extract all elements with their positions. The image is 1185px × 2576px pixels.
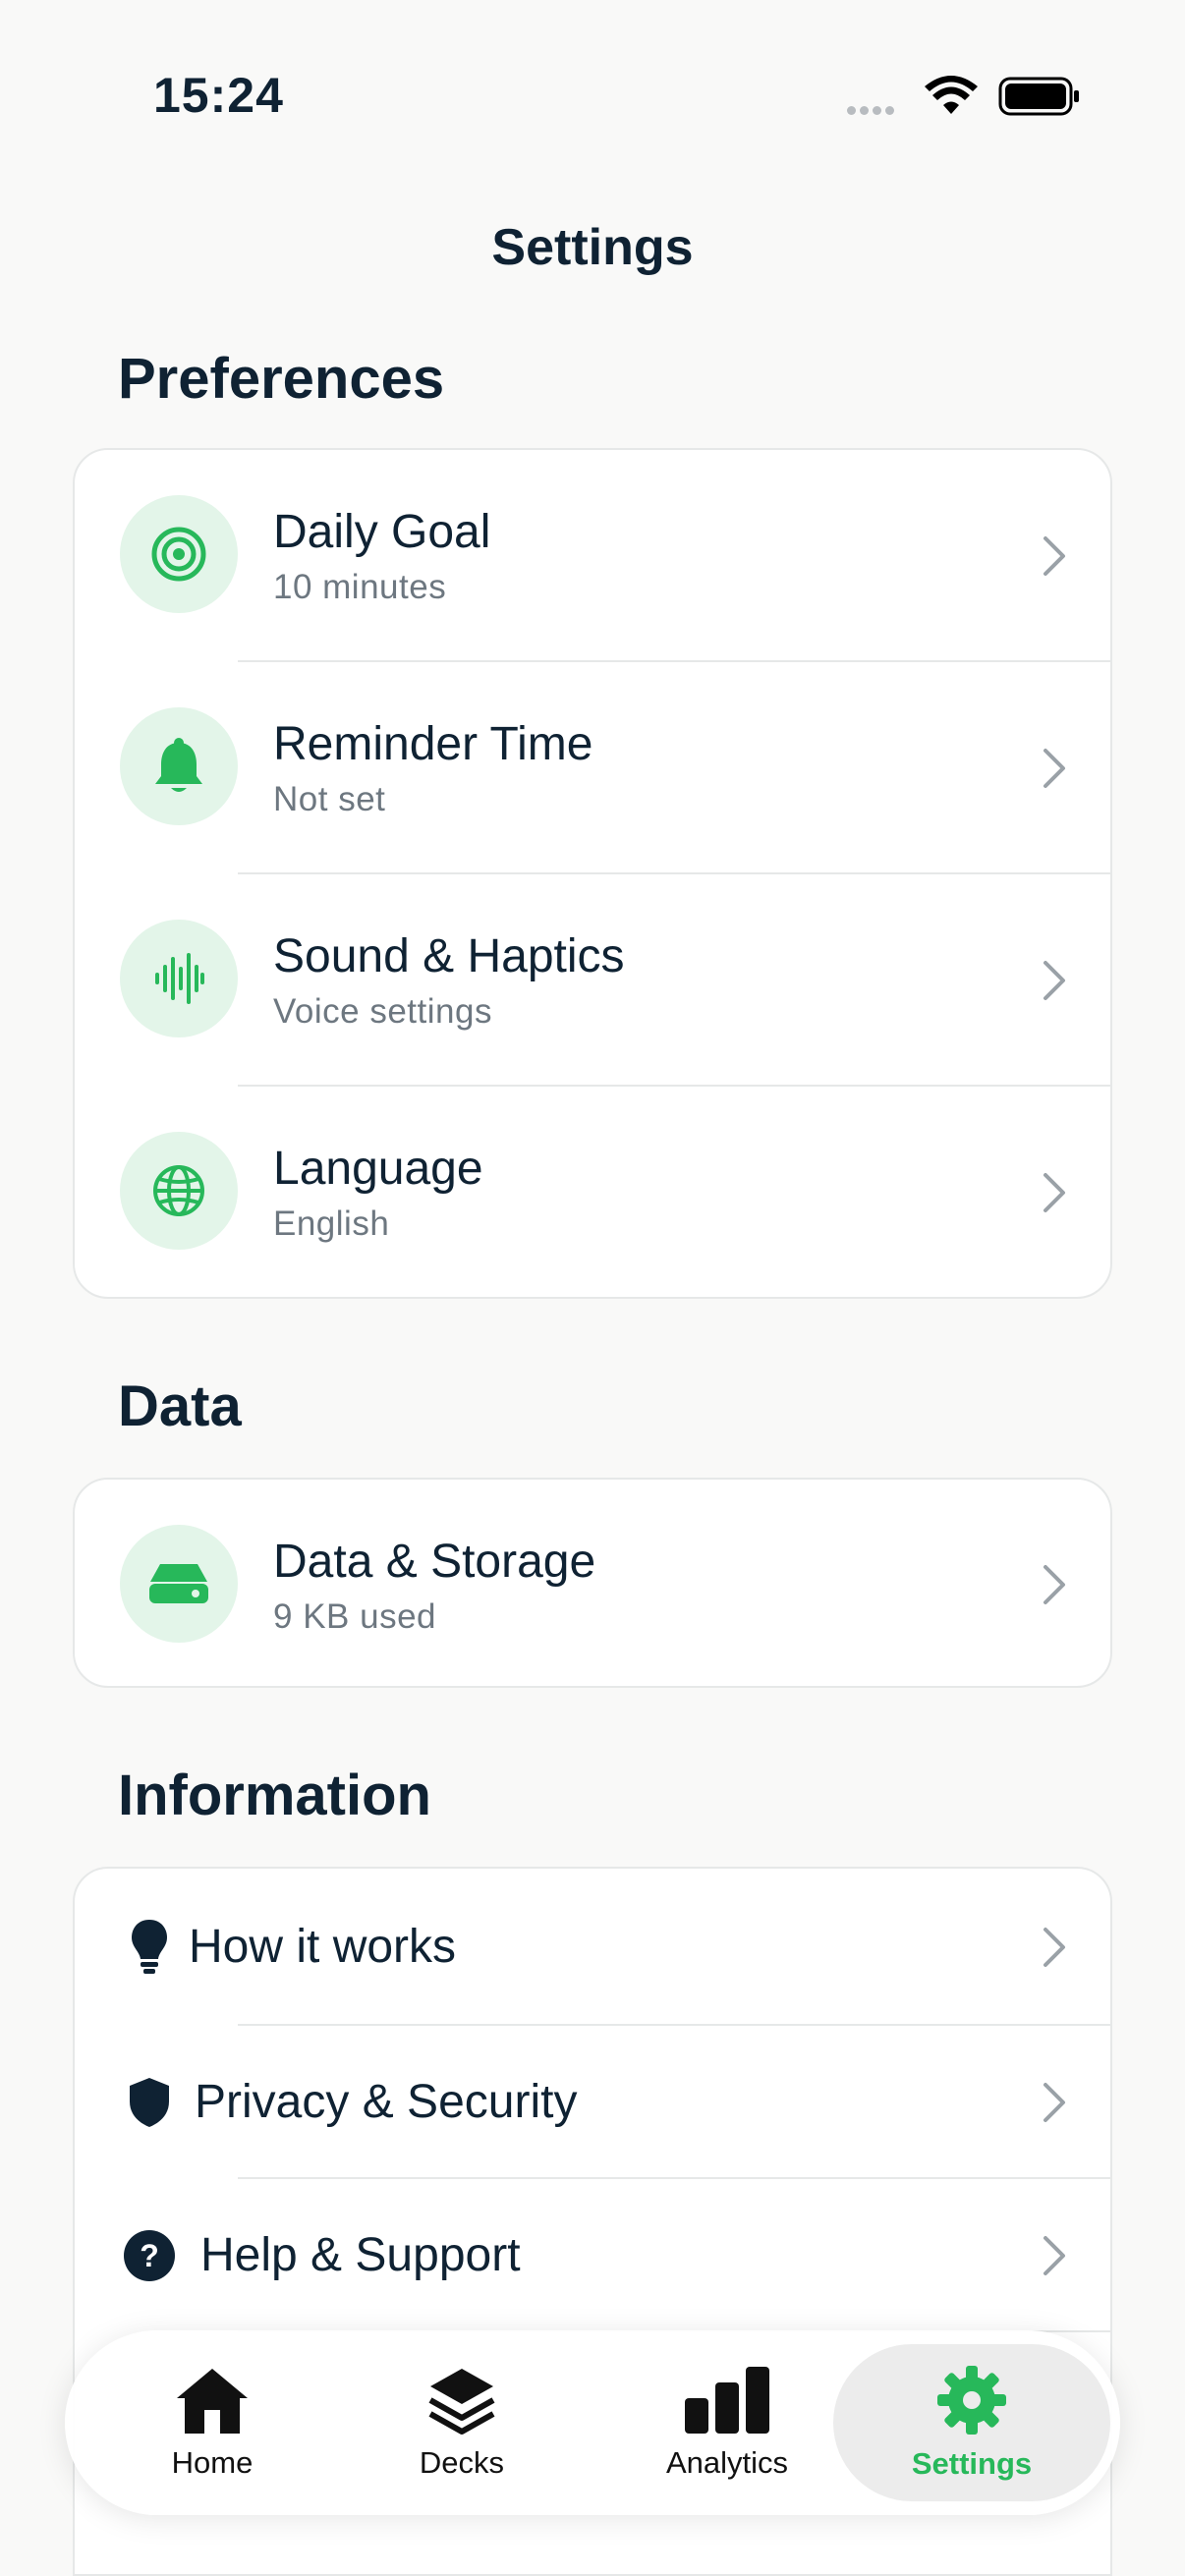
- row-title: Language: [273, 1143, 483, 1195]
- row-title: Reminder Time: [273, 718, 593, 770]
- row-subtitle: 9 KB used: [273, 1597, 436, 1636]
- chevron-right-icon: [1044, 2236, 1065, 2275]
- storage-drive-icon: [120, 1525, 238, 1643]
- row-title: Daily Goal: [273, 506, 491, 558]
- row-title: Privacy & Security: [195, 2076, 578, 2128]
- gear-icon: [937, 2366, 1006, 2435]
- tab-label: Decks: [419, 2445, 505, 2480]
- row-subtitle: 10 minutes: [273, 568, 447, 606]
- tab-settings[interactable]: Settings: [833, 2344, 1110, 2501]
- house-icon: [177, 2369, 248, 2434]
- bar-chart-icon: [685, 2367, 769, 2434]
- info-row-help-support[interactable]: ? Help & Support: [75, 2179, 1110, 2332]
- tab-label: Home: [171, 2445, 254, 2480]
- preference-row-language[interactable]: Language English: [75, 1087, 1110, 1297]
- chevron-right-icon: [1044, 1173, 1065, 1212]
- globe-icon: [120, 1132, 238, 1250]
- chevron-right-icon: [1044, 2083, 1065, 2122]
- target-icon: [120, 495, 238, 613]
- stack-icon: [428, 2369, 495, 2435]
- cellular-signal-icon: [847, 102, 898, 120]
- row-subtitle: English: [273, 1204, 390, 1243]
- bell-icon: [120, 707, 238, 825]
- tab-label: Settings: [911, 2446, 1033, 2481]
- preference-row-sound-haptics[interactable]: Sound & Haptics Voice settings: [75, 874, 1110, 1087]
- tab-decks[interactable]: Decks: [373, 2330, 550, 2515]
- tab-bar: Home Decks Analytics Settings: [65, 2330, 1120, 2515]
- data-row-storage[interactable]: Data & Storage 9 KB used: [75, 1480, 1110, 1686]
- section-title-data: Data: [118, 1374, 242, 1438]
- chevron-right-icon: [1044, 749, 1065, 788]
- status-time: 15:24: [153, 68, 284, 123]
- waveform-icon: [120, 920, 238, 1037]
- chevron-right-icon: [1044, 536, 1065, 576]
- wifi-icon: [925, 76, 978, 114]
- row-title: Sound & Haptics: [273, 930, 625, 982]
- tab-home[interactable]: Home: [124, 2330, 301, 2515]
- question-circle-icon: ?: [120, 2226, 179, 2285]
- preference-row-daily-goal[interactable]: Daily Goal 10 minutes: [75, 450, 1110, 662]
- chevron-right-icon: [1044, 1565, 1065, 1604]
- page-title: Settings: [491, 219, 694, 276]
- section-title-preferences: Preferences: [118, 347, 445, 411]
- lightbulb-icon: [120, 1918, 179, 1977]
- row-title: Help & Support: [200, 2229, 521, 2281]
- row-title: How it works: [189, 1921, 457, 1973]
- info-row-privacy-security[interactable]: Privacy & Security: [75, 2026, 1110, 2179]
- row-subtitle: Not set: [273, 780, 386, 818]
- status-bar: 15:24: [0, 0, 1185, 196]
- preference-row-reminder-time[interactable]: Reminder Time Not set: [75, 662, 1110, 874]
- data-card: Data & Storage 9 KB used: [73, 1478, 1112, 1688]
- chevron-right-icon: [1044, 961, 1065, 1000]
- battery-icon: [998, 77, 1079, 116]
- svg-text:?: ?: [140, 2238, 159, 2273]
- row-title: Data & Storage: [273, 1536, 596, 1588]
- chevron-right-icon: [1044, 1928, 1065, 1967]
- info-row-how-it-works[interactable]: How it works: [75, 1869, 1110, 2026]
- row-subtitle: Voice settings: [273, 992, 492, 1031]
- shield-icon: [120, 2073, 179, 2132]
- tab-label: Analytics: [665, 2445, 789, 2480]
- section-title-information: Information: [118, 1764, 431, 1827]
- preferences-card: Daily Goal 10 minutes Reminder Time Not …: [73, 448, 1112, 1299]
- tab-analytics[interactable]: Analytics: [629, 2330, 825, 2515]
